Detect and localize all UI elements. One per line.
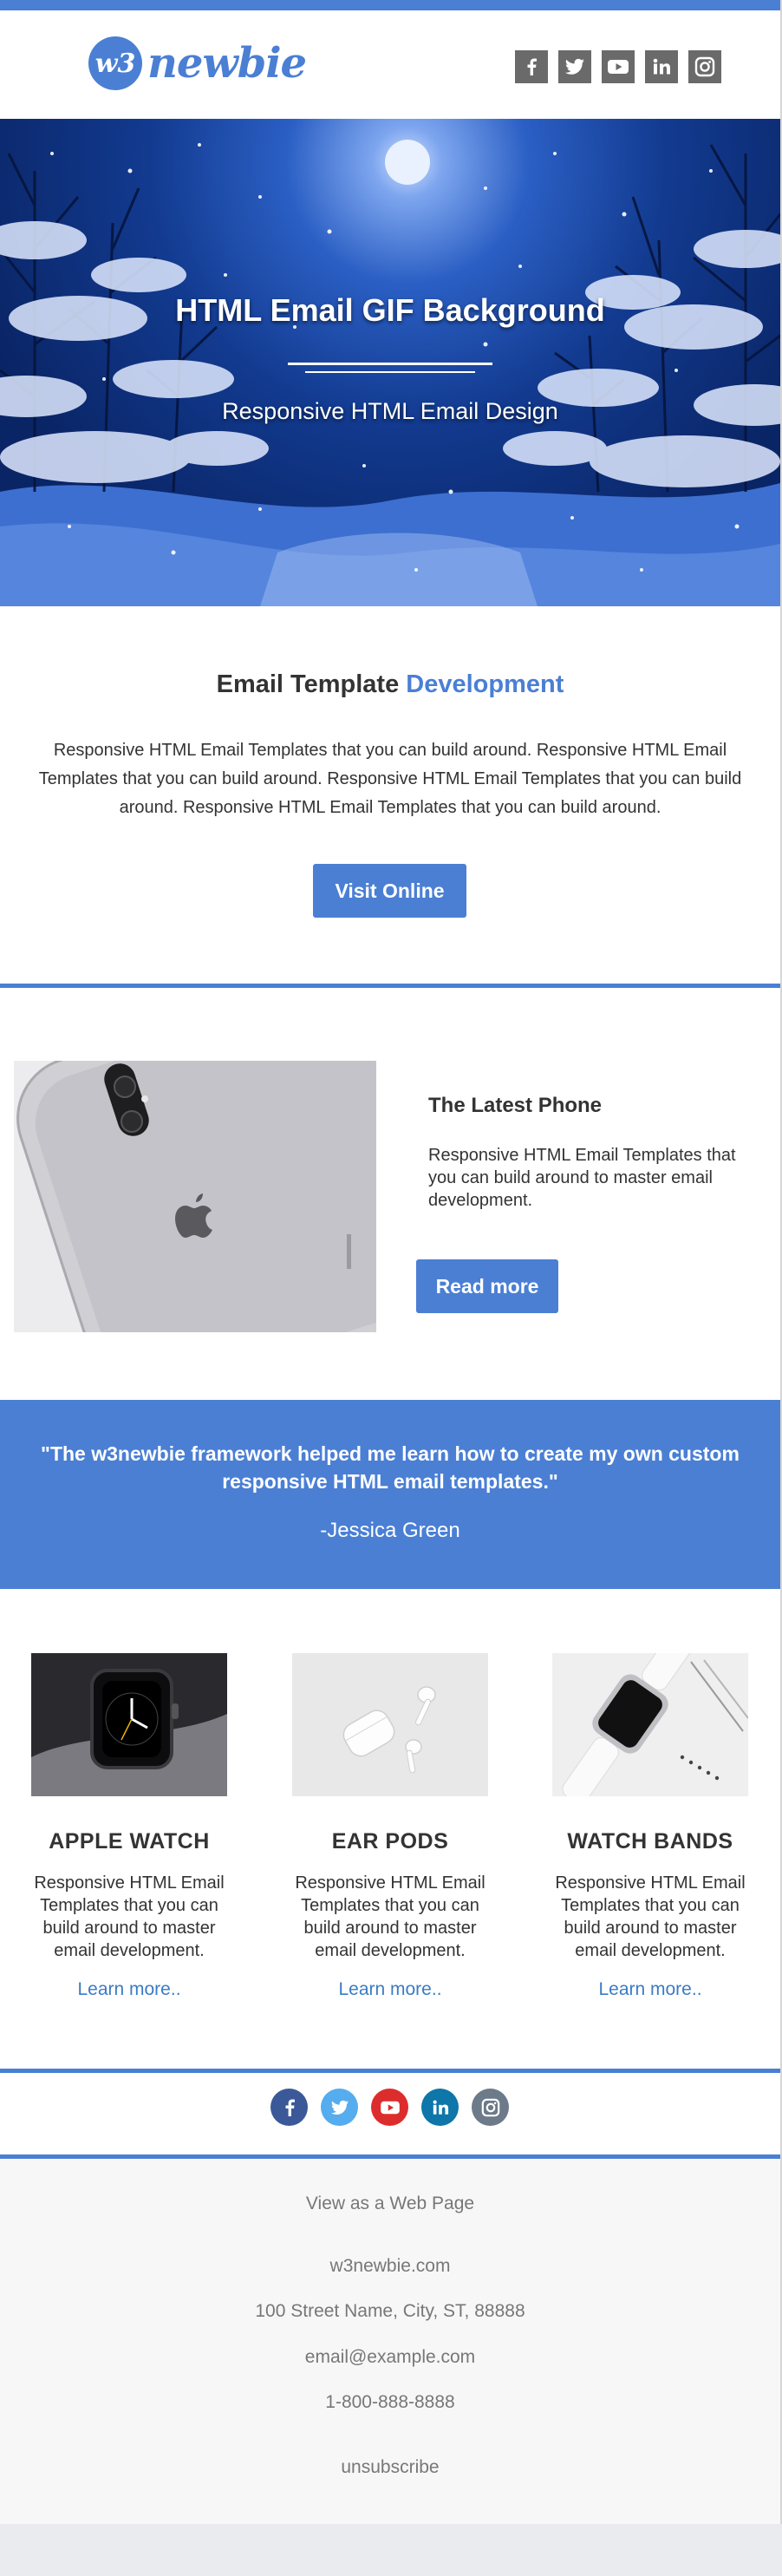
product-card: APPLE WATCH Responsive HTML Email Templa…: [16, 1653, 242, 2000]
apple-watch-image: [31, 1653, 227, 1796]
intro-body: Responsive HTML Email Templates that you…: [38, 741, 742, 817]
instagram-icon[interactable]: [472, 2089, 509, 2126]
header-social-icons: [515, 50, 721, 83]
ear-pods-image: [292, 1653, 488, 1796]
view-web-page-link[interactable]: View as a Web Page: [0, 2194, 780, 2214]
footer-social-row: [0, 2073, 780, 2154]
hero-banner: HTML Email GIF Background Responsive HTM…: [0, 119, 780, 606]
hero-divider: [288, 363, 492, 365]
hero-subtitle: Responsive HTML Email Design: [222, 398, 558, 424]
facebook-icon[interactable]: [270, 2089, 308, 2126]
logo[interactable]: w3 newbie: [88, 36, 307, 90]
top-accent-bar: [0, 0, 780, 10]
email-footer: View as a Web Page w3newbie.com 100 Stre…: [0, 2159, 780, 2524]
feature-title: The Latest Phone: [428, 1094, 603, 1117]
product-title: APPLE WATCH: [49, 1829, 210, 1854]
learn-more-link[interactable]: Learn more..: [538, 1979, 763, 2000]
product-title: WATCH BANDS: [567, 1829, 733, 1854]
product-body: Responsive HTML Email Templates that you…: [34, 1873, 225, 1960]
twitter-icon[interactable]: [558, 50, 591, 83]
address-text: 100 Street Name, City, ST, 88888: [255, 2301, 525, 2321]
learn-more-link[interactable]: Learn more..: [277, 1979, 503, 2000]
read-more-button[interactable]: Read more: [416, 1259, 558, 1313]
footer-social-icons: [270, 2089, 509, 2126]
logo-text: newbie: [147, 39, 307, 88]
visit-online-button[interactable]: Visit Online: [313, 864, 466, 918]
phone-image: [14, 1061, 376, 1332]
intro-title-plain: Email Template: [216, 670, 407, 698]
product-card: WATCH BANDS Responsive HTML Email Templa…: [538, 1653, 763, 2000]
email-link[interactable]: email@example.com: [0, 2347, 780, 2368]
intro-section: Email Template Development Responsive HT…: [0, 606, 780, 984]
product-body: Responsive HTML Email Templates that you…: [295, 1873, 485, 1960]
logo-mark: w3: [88, 36, 142, 90]
phone-text: 1-800-888-8888: [325, 2392, 455, 2412]
intro-title-accent: Development: [406, 670, 564, 698]
watch-bands-image: [552, 1653, 748, 1796]
products-section: APPLE WATCH Responsive HTML Email Templa…: [0, 1589, 780, 2069]
product-title: EAR PODS: [331, 1829, 449, 1854]
instagram-icon[interactable]: [688, 50, 721, 83]
feature-body: Responsive HTML Email Templates that you…: [428, 1146, 736, 1210]
feature-section: The Latest Phone Responsive HTML Email T…: [0, 988, 780, 1400]
testimonial-section: "The w3newbie framework helped me learn …: [0, 1400, 780, 1589]
testimonial-author: -Jessica Green: [320, 1519, 460, 1542]
product-card: EAR PODS Responsive HTML Email Templates…: [277, 1653, 503, 2000]
unsubscribe-link[interactable]: unsubscribe: [0, 2457, 780, 2478]
youtube-icon[interactable]: [371, 2089, 408, 2126]
testimonial-quote: "The w3newbie framework helped me learn …: [41, 1442, 740, 1493]
twitter-icon[interactable]: [321, 2089, 358, 2126]
email-header: w3 newbie: [0, 10, 780, 119]
linkedin-icon[interactable]: [645, 50, 678, 83]
youtube-icon[interactable]: [602, 50, 635, 83]
hero-divider-secondary: [305, 371, 475, 373]
product-body: Responsive HTML Email Templates that you…: [555, 1873, 746, 1960]
email-container: w3 newbie HTML Email GIF Background Resp…: [0, 0, 782, 2524]
learn-more-link[interactable]: Learn more..: [16, 1979, 242, 2000]
intro-title: Email Template Development: [0, 670, 780, 699]
linkedin-icon[interactable]: [421, 2089, 459, 2126]
website-link[interactable]: w3newbie.com: [0, 2256, 780, 2277]
hero-title: HTML Email GIF Background: [175, 292, 605, 328]
facebook-icon[interactable]: [515, 50, 548, 83]
